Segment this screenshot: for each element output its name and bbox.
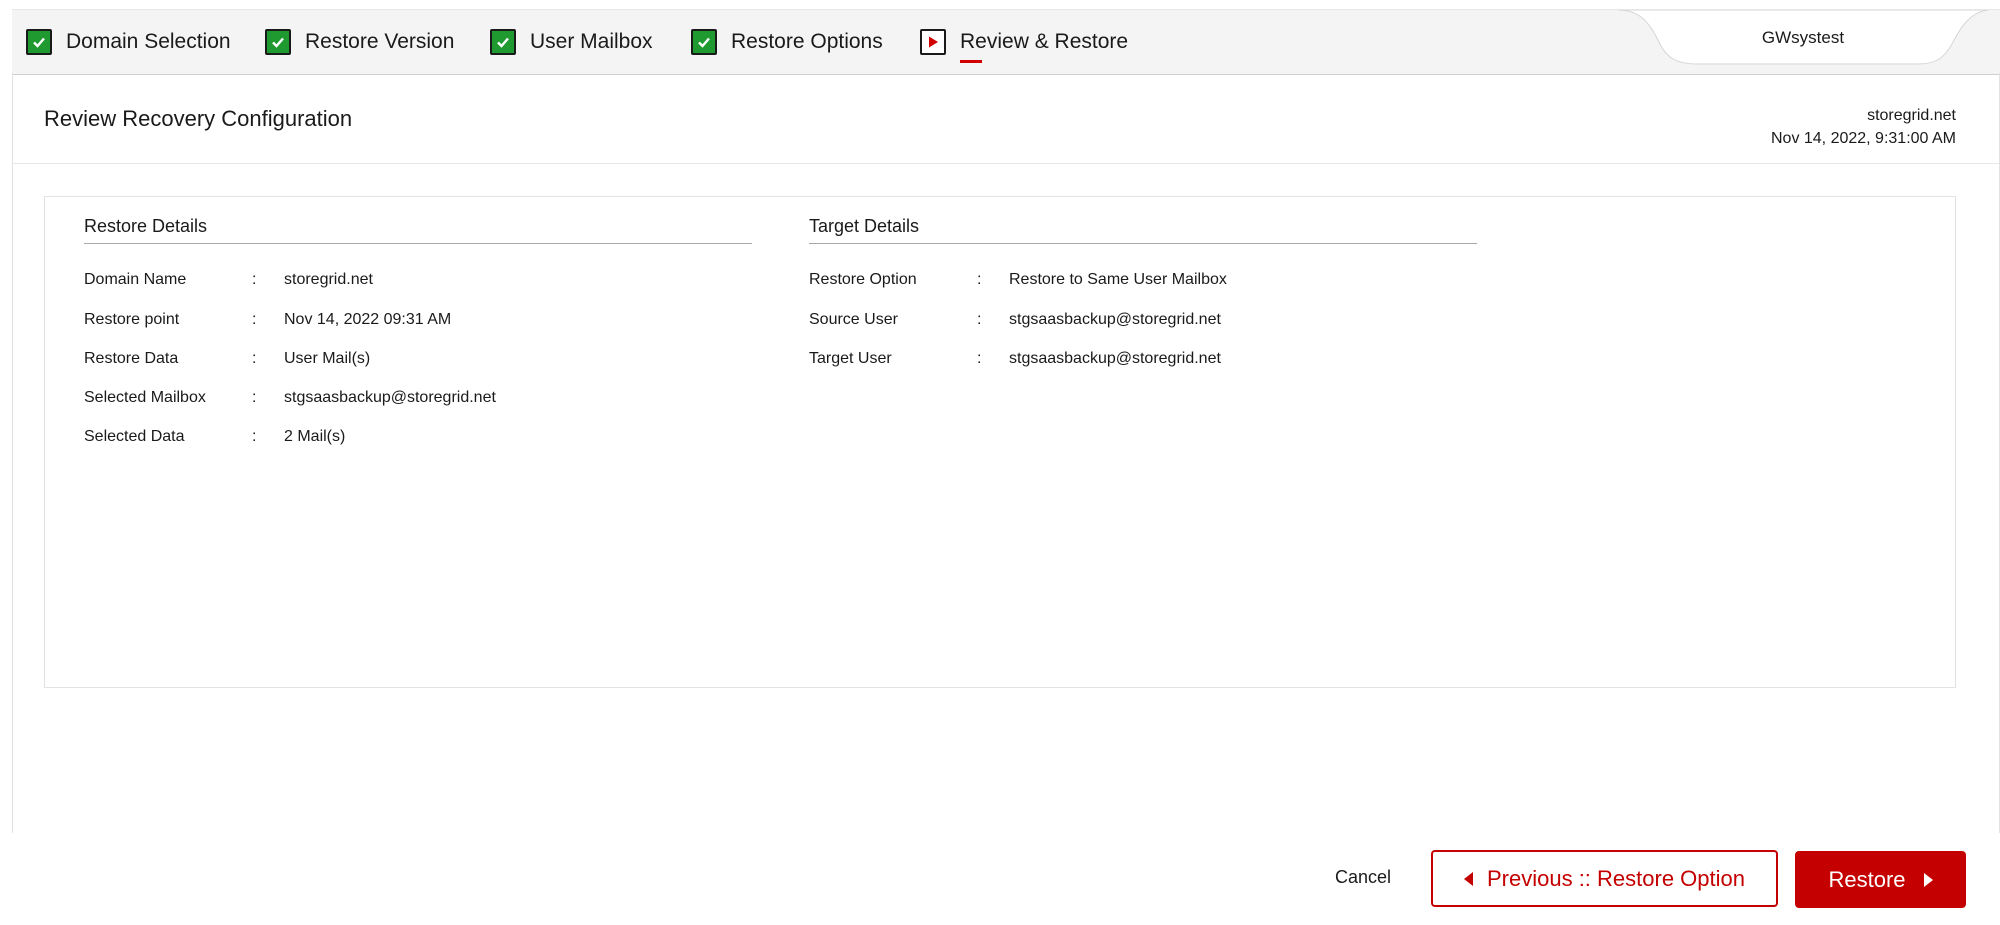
frame-left-border bbox=[12, 73, 13, 833]
row-separator: : bbox=[252, 389, 257, 406]
play-icon bbox=[920, 29, 946, 55]
restore-details-title: Restore Details bbox=[84, 216, 208, 236]
row-value: stgsaasbackup@storegrid.net bbox=[1009, 311, 1221, 328]
row-value: stgsaasbackup@storegrid.net bbox=[1009, 350, 1221, 367]
wizard-step-bar: Domain Selection Restore Version User Ma… bbox=[12, 9, 2000, 75]
timestamp-label: Nov 14, 2022, 9:31:00 AM bbox=[1770, 130, 1956, 147]
target-details-rule bbox=[809, 243, 1477, 244]
row-label: Restore Data bbox=[84, 350, 179, 367]
restore-button[interactable]: Restore bbox=[1795, 851, 1966, 908]
user-tab[interactable]: GWsystest bbox=[1618, 10, 1988, 74]
row-separator: : bbox=[977, 311, 982, 328]
step-label: Domain Selection bbox=[66, 30, 231, 53]
cancel-button[interactable]: Cancel bbox=[1335, 867, 1391, 888]
check-icon bbox=[26, 29, 52, 55]
restore-button-label: Restore bbox=[1828, 866, 1906, 892]
check-icon bbox=[691, 29, 717, 55]
row-separator: : bbox=[252, 350, 257, 367]
header-meta: storegrid.net Nov 14, 2022, 9:31:00 AM bbox=[1771, 104, 1956, 150]
row-value: 2 Mail(s) bbox=[284, 428, 346, 445]
user-name: GWsystest bbox=[1761, 28, 1845, 47]
row-label: Target User bbox=[809, 350, 892, 367]
row-label: Selected Data bbox=[84, 428, 185, 445]
row-label: Restore point bbox=[84, 311, 180, 328]
step-label: Restore Options bbox=[731, 30, 883, 53]
target-details-title: Target Details bbox=[809, 216, 920, 236]
row-label: Selected Mailbox bbox=[84, 389, 206, 406]
row-separator: : bbox=[977, 350, 982, 367]
step-domain-selection[interactable]: Domain Selection bbox=[26, 10, 231, 74]
row-value: User Mail(s) bbox=[284, 350, 371, 367]
step-restore-version[interactable]: Restore Version bbox=[265, 10, 454, 74]
row-separator: : bbox=[252, 271, 257, 288]
row-label: Domain Name bbox=[84, 271, 187, 288]
step-user-mailbox[interactable]: User Mailbox bbox=[490, 10, 653, 74]
check-icon bbox=[265, 29, 291, 55]
caret-right-icon bbox=[1923, 872, 1933, 887]
previous-button-label: Previous :: Restore Option bbox=[1486, 865, 1745, 891]
details-panel: Restore Details Domain Name : storegrid.… bbox=[44, 196, 1956, 688]
row-label: Restore Option bbox=[809, 271, 917, 288]
step-label: Restore Version bbox=[305, 30, 455, 53]
row-value: Restore to Same User Mailbox bbox=[1009, 271, 1227, 288]
row-separator: : bbox=[977, 271, 982, 288]
row-value: Nov 14, 2022 09:31 AM bbox=[284, 311, 452, 328]
step-restore-options[interactable]: Restore Options bbox=[691, 10, 883, 74]
row-value: stgsaasbackup@storegrid.net bbox=[284, 389, 496, 406]
row-separator: : bbox=[252, 311, 257, 328]
caret-left-icon bbox=[1463, 871, 1473, 886]
page-title: Review Recovery Configuration bbox=[44, 106, 353, 131]
step-review-restore[interactable]: Review & Restore bbox=[920, 10, 1128, 74]
step-label: Review & Restore bbox=[960, 30, 1129, 63]
previous-button[interactable]: Previous :: Restore Option bbox=[1431, 850, 1778, 907]
row-value: storegrid.net bbox=[284, 271, 373, 288]
row-label: Source User bbox=[809, 311, 898, 328]
restore-details-rule bbox=[84, 243, 752, 244]
row-separator: : bbox=[252, 428, 257, 445]
check-icon bbox=[490, 29, 516, 55]
domain-label: storegrid.net bbox=[1867, 107, 1956, 124]
header-divider bbox=[13, 163, 1999, 164]
step-label: User Mailbox bbox=[530, 30, 653, 53]
